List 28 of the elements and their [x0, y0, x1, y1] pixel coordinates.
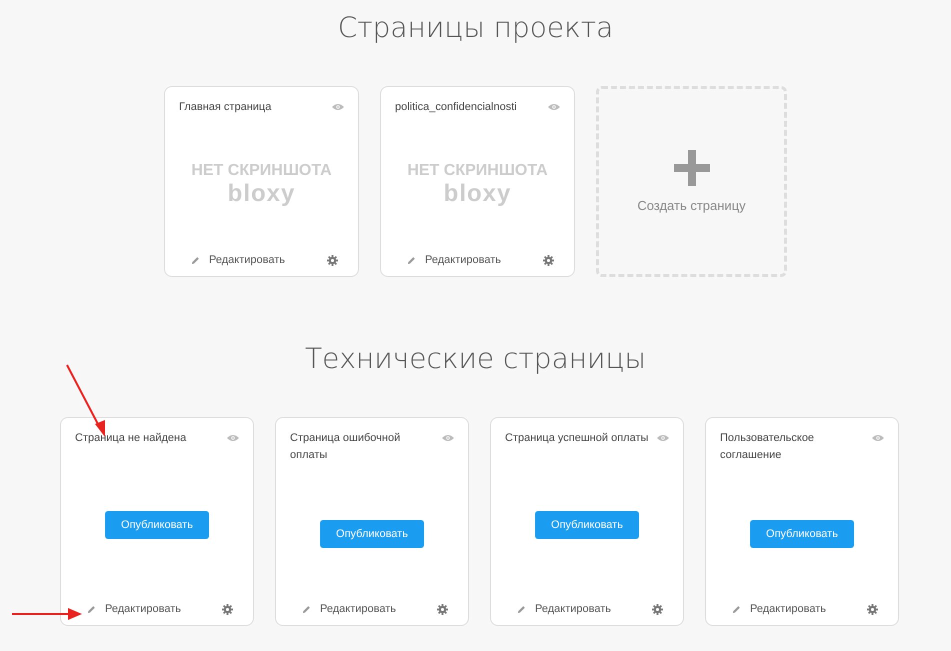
- page-title: Страница не найдена: [75, 431, 186, 446]
- edit-link[interactable]: Редактировать: [302, 603, 396, 615]
- settings-icon[interactable]: [327, 254, 338, 266]
- pencil-icon: [517, 604, 526, 614]
- page-title: Пользовательское соглашение: [720, 431, 816, 463]
- pencil-icon: [302, 604, 311, 614]
- edit-link[interactable]: Редактировать: [407, 254, 501, 266]
- settings-icon[interactable]: [437, 604, 448, 614]
- pencil-icon: [87, 604, 96, 614]
- page-title: Страница ошибочной оплаты: [290, 431, 402, 463]
- section-title: Страницы проекта: [338, 10, 614, 46]
- section-title: Технические страницы: [305, 341, 646, 377]
- edit-link[interactable]: Редактировать: [87, 603, 181, 615]
- settings-icon[interactable]: [543, 254, 554, 266]
- pencil-icon: [191, 256, 200, 264]
- page-title: Страница успешной оплаты: [505, 431, 648, 446]
- settings-icon[interactable]: [867, 604, 878, 614]
- create-page-label: Создать страницу: [637, 198, 746, 213]
- edit-link[interactable]: Редактировать: [732, 603, 826, 615]
- page-title: politica_confidencialnosti: [395, 100, 517, 115]
- settings-icon[interactable]: [652, 604, 663, 614]
- pencil-icon: [732, 604, 741, 614]
- edit-link[interactable]: Редактировать: [191, 254, 285, 266]
- plus-icon: [674, 150, 710, 186]
- edit-link[interactable]: Редактировать: [517, 603, 611, 615]
- pencil-icon: [407, 256, 416, 264]
- settings-icon[interactable]: [222, 604, 233, 614]
- page-title: Главная страница: [179, 100, 272, 115]
